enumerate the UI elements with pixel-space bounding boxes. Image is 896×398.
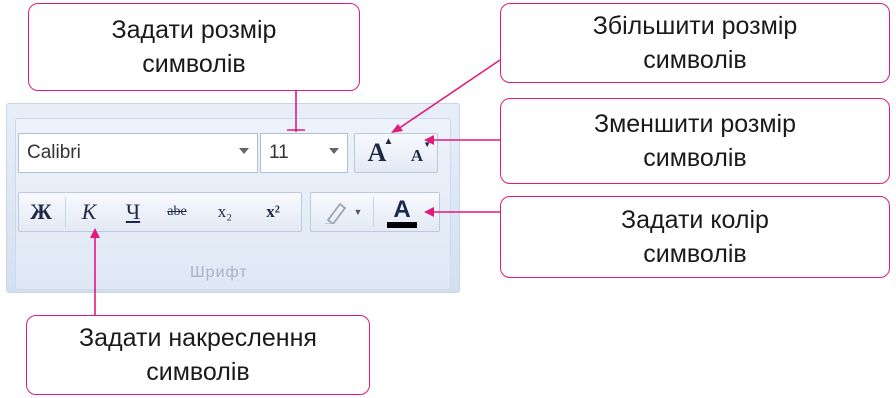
arrowhead (90, 228, 100, 238)
callout-font-style: Задати накреслення символів (26, 315, 370, 395)
connector-line (394, 59, 501, 132)
callout-font-color: Задати колір символів (500, 196, 890, 278)
callout-line: символів (142, 50, 246, 78)
callout-line: Збільшити розмір (592, 12, 798, 40)
callout-line: Задати накреслення (79, 324, 317, 352)
callout-grow-size: Збільшити розмір символів (500, 3, 890, 83)
callout-line: Задати колір (621, 206, 769, 234)
callout-line: символів (643, 144, 747, 172)
callout-line: символів (146, 358, 250, 386)
arrowhead (424, 207, 434, 217)
callout-line: символів (643, 46, 747, 74)
arrowhead (391, 124, 403, 133)
callout-line: Зменшити розмір (593, 110, 796, 138)
callout-line: Задати розмір (111, 16, 277, 44)
callout-line: символів (643, 240, 747, 268)
callout-shrink-size: Зменшити розмір символів (500, 98, 890, 184)
callout-set-size: Задати розмір символів (28, 3, 360, 91)
arrowhead (424, 135, 434, 145)
